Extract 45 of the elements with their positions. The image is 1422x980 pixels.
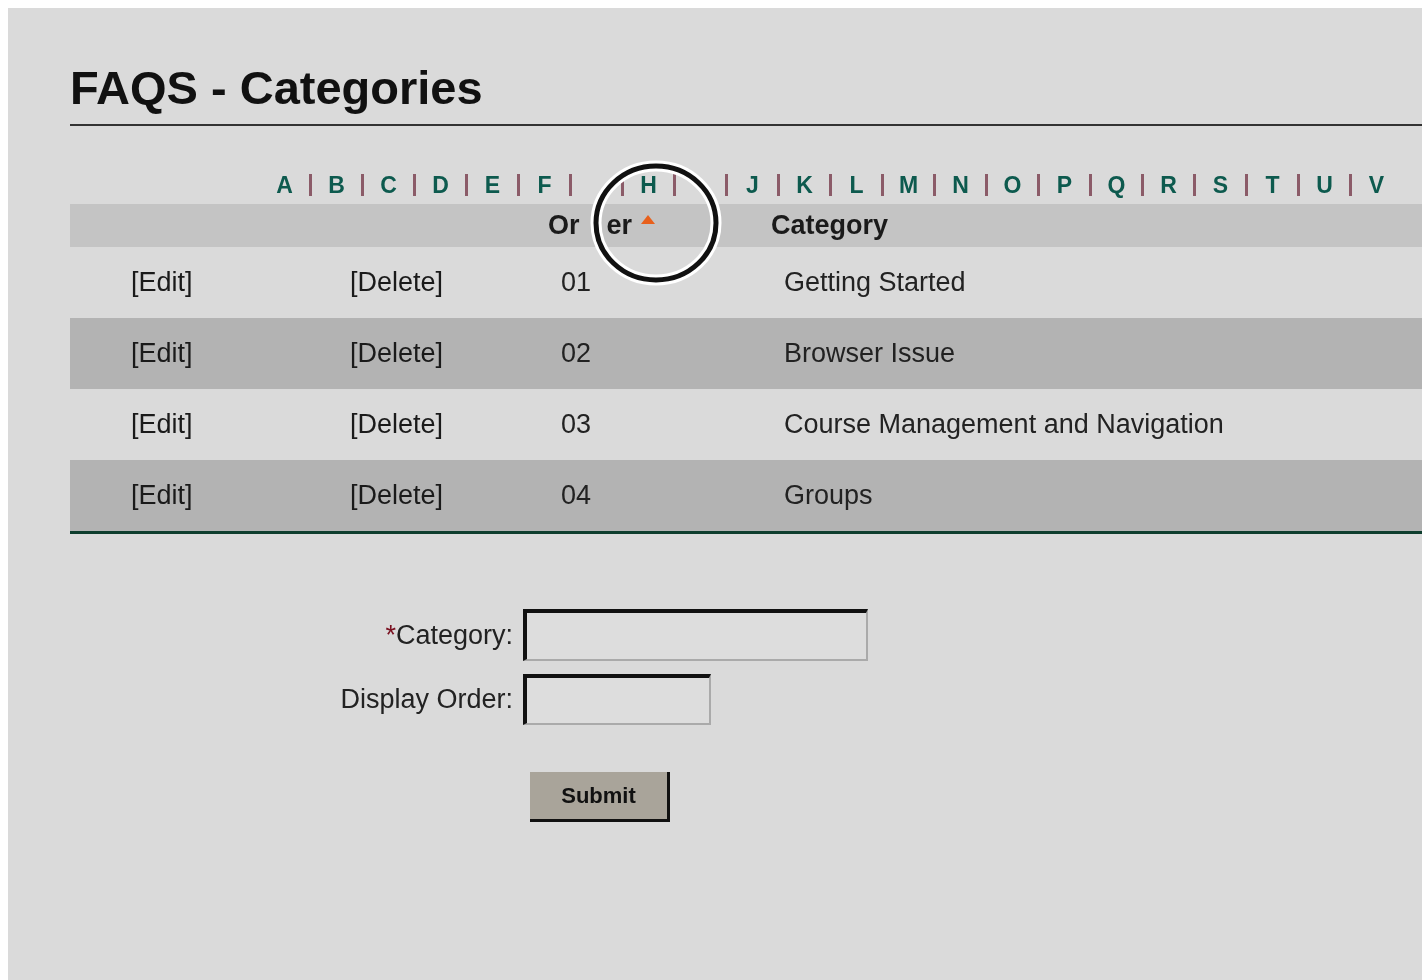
category-cell: Course Management and Navigation [784, 409, 1224, 439]
edit-link[interactable]: [Edit] [131, 338, 193, 368]
letter-link[interactable]: T [1262, 172, 1283, 198]
letter-link[interactable]: N [950, 172, 971, 198]
letter-link[interactable]: L [846, 172, 867, 198]
column-header[interactable]: Or [548, 210, 580, 241]
letter-link[interactable]: H [638, 172, 659, 198]
letter-link[interactable]: B [326, 172, 347, 198]
letter-link[interactable]: P [1054, 172, 1075, 198]
edit-link[interactable]: [Edit] [131, 267, 193, 297]
letter-link[interactable]: O [1002, 172, 1023, 198]
letter-link[interactable]: R [1158, 172, 1179, 198]
delete-link[interactable]: [Delete] [350, 267, 444, 297]
letter-link[interactable]: D [430, 172, 451, 198]
letter-link[interactable]: K [794, 172, 815, 198]
category-cell: Getting Started [784, 267, 966, 297]
letter-link[interactable]: U [1314, 172, 1335, 198]
letter-link[interactable]: J [742, 172, 763, 198]
submit-button[interactable]: Submit [530, 772, 670, 822]
letter-link[interactable]: E [482, 172, 503, 198]
field-label: Display Order: [340, 684, 513, 715]
letter-link[interactable]: M [898, 172, 919, 198]
letter-link[interactable]: V [1366, 172, 1387, 198]
order-cell: 02 [561, 338, 592, 368]
column-header[interactable]: Category [771, 210, 889, 241]
letter-link[interactable]: Q [1106, 172, 1127, 198]
letter-link[interactable]: F [534, 172, 555, 198]
delete-link[interactable]: [Delete] [350, 409, 444, 439]
delete-link[interactable]: [Delete] [350, 338, 444, 368]
delete-link[interactable]: [Delete] [350, 480, 444, 510]
edit-link[interactable]: [Edit] [131, 480, 193, 510]
letter-link[interactable]: S [1210, 172, 1231, 198]
order-cell: 01 [561, 267, 592, 297]
text-field[interactable] [523, 674, 711, 725]
edit-link[interactable]: [Edit] [131, 409, 193, 439]
page-title: FAQS - Categories [70, 60, 483, 116]
category-cell: Browser Issue [784, 338, 956, 368]
text-field[interactable] [523, 609, 868, 661]
order-cell: 03 [561, 409, 592, 439]
category-cell: Groups [784, 480, 873, 510]
letter-link[interactable]: C [378, 172, 399, 198]
letter-link[interactable]: A [274, 172, 295, 198]
order-cell: 04 [561, 480, 592, 510]
field-label: *Category: [385, 619, 513, 651]
column-header-end[interactable]: er [606, 210, 633, 241]
